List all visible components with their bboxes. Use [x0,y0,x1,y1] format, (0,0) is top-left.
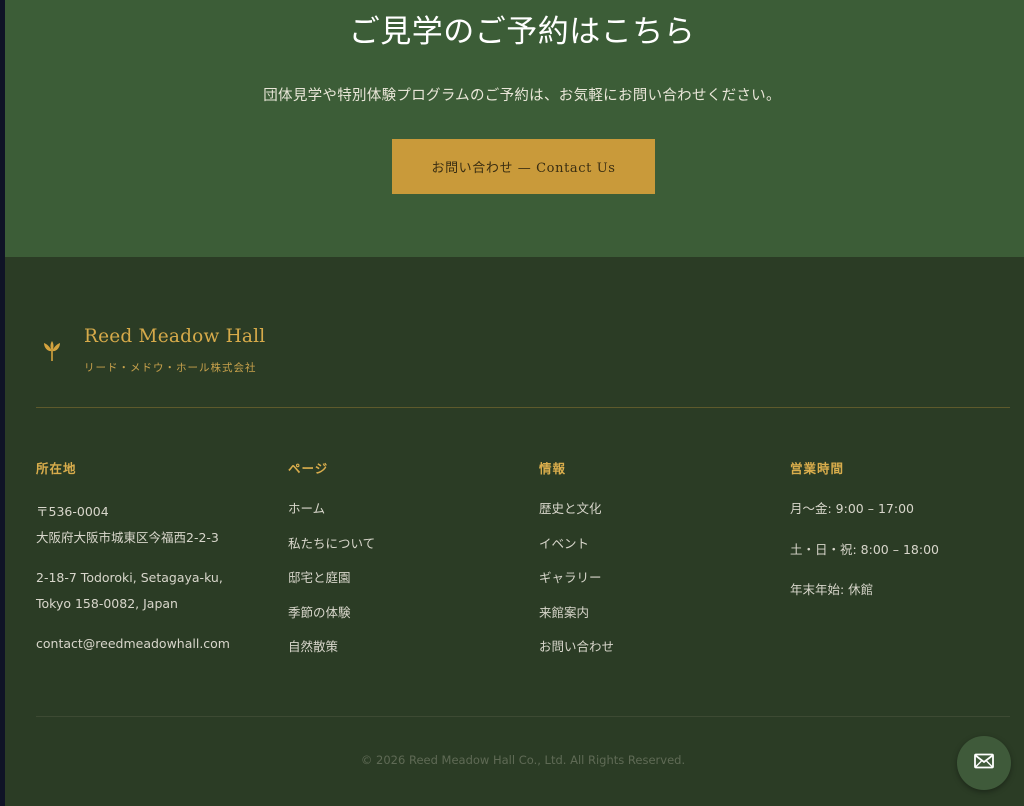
page: ご見学のご予約はこちら 団体見学や特別体験プログラムのご予約は、お気軽にお問い合… [5,0,1024,806]
en-address-line-1: 2-18-7 Todoroki, Setagaya-ku, [36,570,223,585]
footer-column-address: 所在地 〒536-0004 大阪府大阪市城東区今福西2-2-3 2-18-7 T… [36,458,230,657]
contact-us-button[interactable]: お問い合わせ — Contact Us [392,139,655,194]
en-address-line-2: Tokyo 158-0082, Japan [36,596,178,611]
copyright-text: © 2026 Reed Meadow Hall Co., Ltd. All Ri… [360,753,686,767]
contact-mail-button[interactable] [957,736,1011,790]
mail-icon [974,753,994,773]
footer-divider [36,407,1010,408]
brand-name: Reed Meadow Hall [84,326,266,347]
reservation-cta-section: ご見学のご予約はこちら 団体見学や特別体験プログラムのご予約は、お気軽にお問い合… [5,0,1024,257]
flower-icon [42,337,62,363]
footer-link-seasonal[interactable]: 季節の体験 [288,603,375,638]
footer-link-contact[interactable]: お問い合わせ [539,637,614,672]
info-title: 情報 [539,461,567,476]
email-link[interactable]: contact@reedmeadowhall.com [36,631,230,657]
footer-link-events[interactable]: イベント [539,534,614,569]
footer-link-nature-walk[interactable]: 自然散策 [288,637,375,672]
footer-link-about[interactable]: 私たちについて [288,534,375,569]
postal-code: 〒536-0004 [36,504,109,519]
footer-link-history[interactable]: 歴史と文化 [539,499,614,534]
footer-link-estate[interactable]: 邸宅と庭園 [288,568,375,603]
hours-weekend: 土・日・祝: 8:00 – 18:00 [790,541,939,557]
footer-link-gallery[interactable]: ギャラリー [539,568,614,603]
footer-bottom-divider [36,716,1010,717]
footer-link-visit[interactable]: 来館案内 [539,603,614,638]
jp-address: 大阪府大阪市城東区今福西2-2-3 [36,530,219,545]
pages-title: ページ [288,461,329,476]
hours-weekdays: 月〜金: 9:00 – 17:00 [790,501,914,516]
cta-title: ご見学のご予約はこちら [348,14,696,50]
brand-company-name: リード・メドウ・ホール株式会社 [84,362,257,374]
footer-column-hours: 営業時間 月〜金: 9:00 – 17:00 土・日・祝: 8:00 – 18:… [790,458,939,621]
cta-subtitle: 団体見学や特別体験プログラムのご予約は、お気軽にお問い合わせください。 [263,88,781,104]
footer-link-home[interactable]: ホーム [288,499,375,534]
hours-title: 営業時間 [790,461,845,476]
footer-column-info: 情報 歴史と文化 イベント ギャラリー 来館案内 お問い合わせ [539,458,614,672]
hours-holiday: 年末年始: 休館 [790,582,874,597]
footer-column-pages: ページ ホーム 私たちについて 邸宅と庭園 季節の体験 自然散策 [288,458,375,672]
address-title: 所在地 [36,461,77,476]
